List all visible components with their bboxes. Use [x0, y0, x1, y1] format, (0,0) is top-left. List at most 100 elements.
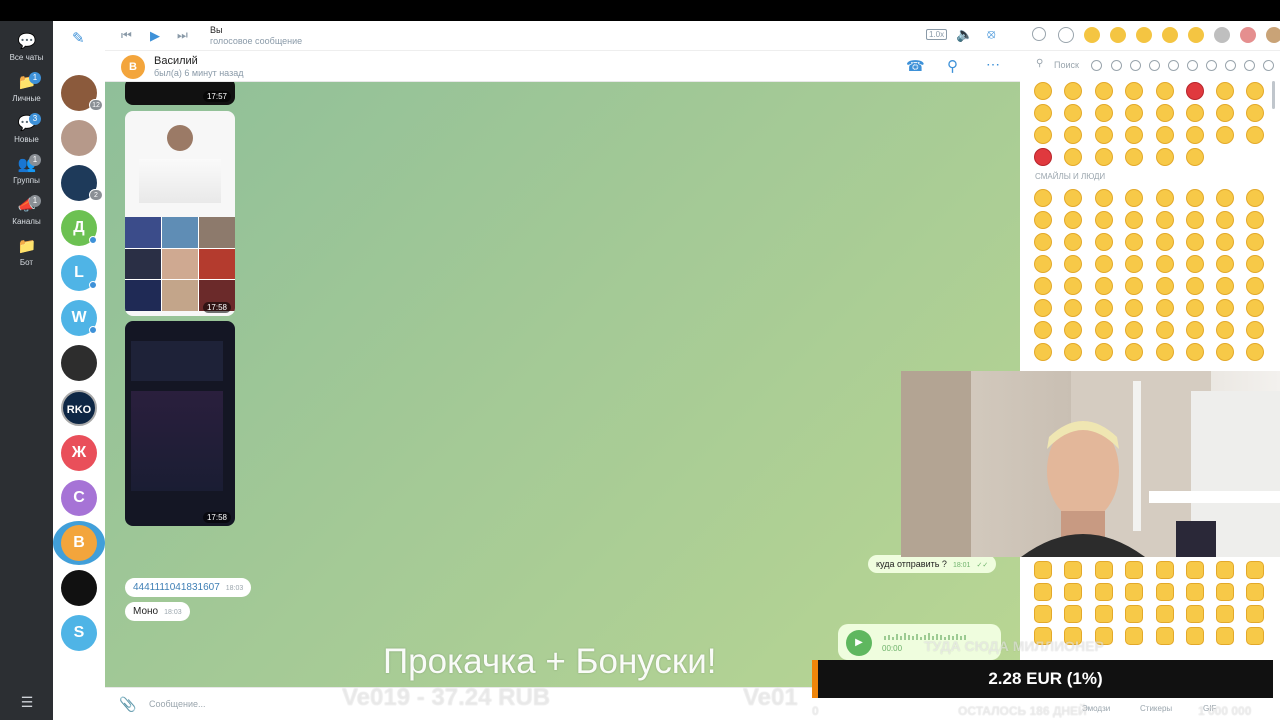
hand-emoji[interactable]	[1246, 605, 1264, 623]
sticker-set-icon[interactable]	[1240, 27, 1256, 43]
sticker-set-icon[interactable]	[1214, 27, 1230, 43]
emoji[interactable]	[1156, 343, 1174, 361]
emoji[interactable]	[1186, 299, 1204, 317]
emoji[interactable]	[1186, 148, 1204, 166]
emoji[interactable]	[1246, 343, 1264, 361]
emoji-search[interactable]: ⚲ Поиск	[1020, 54, 1280, 76]
angry-category-icon[interactable]	[1244, 60, 1255, 71]
hand-emoji[interactable]	[1064, 605, 1082, 623]
emoji[interactable]	[1095, 189, 1113, 207]
incoming-message[interactable]: 4441111041831607 18:03	[125, 578, 252, 597]
emoji[interactable]	[1125, 343, 1143, 361]
neutral-category-icon[interactable]	[1263, 60, 1274, 71]
chat-avatar[interactable]	[61, 345, 97, 381]
image-message[interactable]: 17:57	[125, 82, 235, 105]
hand-emoji[interactable]	[1125, 583, 1143, 601]
phone-icon[interactable]: ☎	[906, 57, 925, 75]
emoji[interactable]	[1216, 211, 1234, 229]
emoji[interactable]	[1095, 126, 1113, 144]
folder-channels[interactable]: 📣 1 Каналы	[0, 195, 53, 235]
emoji[interactable]	[1095, 299, 1113, 317]
emoji[interactable]	[1216, 233, 1234, 251]
more-icon[interactable]: ⋯	[986, 56, 1000, 73]
sticker-set-icon[interactable]	[1266, 27, 1280, 43]
emoji[interactable]	[1156, 233, 1174, 251]
emoji[interactable]	[1125, 299, 1143, 317]
hand-emoji[interactable]	[1034, 605, 1052, 623]
attach-icon[interactable]: 📎	[119, 696, 136, 713]
close-player-icon[interactable]: ⦻	[987, 26, 996, 42]
smile-icon[interactable]	[1058, 27, 1074, 43]
outgoing-message[interactable]: куда отправить ? 18:01 ✓✓	[868, 555, 997, 573]
emoji[interactable]	[1095, 343, 1113, 361]
emoji[interactable]	[1034, 255, 1052, 273]
emoji[interactable]	[1156, 277, 1174, 295]
emoji[interactable]	[1064, 277, 1082, 295]
emoji[interactable]	[1216, 82, 1234, 100]
emoji[interactable]	[1156, 104, 1174, 122]
previous-track-icon[interactable]: ⏮	[121, 28, 132, 43]
emoji[interactable]	[1095, 277, 1113, 295]
hand-emoji[interactable]	[1216, 627, 1234, 645]
emoji[interactable]	[1095, 211, 1113, 229]
emoji[interactable]	[1034, 189, 1052, 207]
emoji[interactable]	[1095, 233, 1113, 251]
play-icon[interactable]: ▶	[846, 630, 872, 656]
emoji-search-input[interactable]: Поиск	[1054, 60, 1079, 70]
sticker-set-icon[interactable]	[1162, 27, 1178, 43]
emoji[interactable]	[1125, 82, 1143, 100]
emoji[interactable]	[1034, 148, 1052, 166]
emoji[interactable]	[1156, 82, 1174, 100]
emoji[interactable]	[1125, 126, 1143, 144]
smile-category-icon[interactable]	[1187, 60, 1198, 71]
folder-all-chats[interactable]: 💬 Все чаты	[0, 33, 53, 71]
emoji[interactable]	[1216, 321, 1234, 339]
emoji[interactable]	[1034, 82, 1052, 100]
tab-stickers[interactable]: Стикеры	[1140, 704, 1172, 713]
message-input[interactable]: Сообщение...	[149, 699, 205, 709]
filters-settings-icon[interactable]: ☰	[17, 694, 37, 710]
emoji[interactable]	[1246, 82, 1264, 100]
folder-personal[interactable]: 📁 1 Личные	[0, 72, 53, 112]
hand-emoji[interactable]	[1246, 627, 1264, 645]
emoji[interactable]	[1186, 82, 1204, 100]
emoji[interactable]	[1064, 82, 1082, 100]
emoji[interactable]	[1186, 126, 1204, 144]
emoji[interactable]	[1064, 321, 1082, 339]
hand-emoji[interactable]	[1246, 583, 1264, 601]
hand-emoji[interactable]	[1034, 561, 1052, 579]
emoji[interactable]	[1216, 299, 1234, 317]
emoji[interactable]	[1034, 277, 1052, 295]
hand-emoji[interactable]	[1216, 561, 1234, 579]
emoji[interactable]	[1216, 255, 1234, 273]
playback-speed-button[interactable]: 1.0x	[926, 29, 948, 40]
emoji[interactable]	[1186, 255, 1204, 273]
emoji[interactable]	[1125, 189, 1143, 207]
emoji[interactable]	[1156, 211, 1174, 229]
emoji[interactable]	[1246, 233, 1264, 251]
emoji[interactable]	[1064, 104, 1082, 122]
emoji[interactable]	[1186, 104, 1204, 122]
sticker-set-icon[interactable]	[1136, 27, 1152, 43]
emoji[interactable]	[1156, 148, 1174, 166]
emoji[interactable]	[1034, 104, 1052, 122]
emoji[interactable]	[1156, 255, 1174, 273]
emoji[interactable]	[1125, 148, 1143, 166]
confetti-category-icon[interactable]	[1168, 60, 1179, 71]
hand-emoji[interactable]	[1246, 561, 1264, 579]
emoji[interactable]	[1246, 126, 1264, 144]
image-message[interactable]: 17:58	[125, 111, 235, 316]
hand-emoji[interactable]	[1125, 605, 1143, 623]
emoji[interactable]	[1034, 126, 1052, 144]
emoji[interactable]	[1246, 255, 1264, 273]
emoji[interactable]	[1095, 255, 1113, 273]
emoji[interactable]	[1246, 211, 1264, 229]
image-message[interactable]: 17:58	[125, 321, 235, 526]
emoji[interactable]	[1246, 321, 1264, 339]
emoji[interactable]	[1186, 233, 1204, 251]
hand-emoji[interactable]	[1186, 561, 1204, 579]
play-icon[interactable]: ▶	[150, 28, 160, 44]
search-icon[interactable]: ⚲	[947, 57, 958, 75]
emoji[interactable]	[1125, 104, 1143, 122]
chat-avatar[interactable]	[61, 570, 97, 606]
